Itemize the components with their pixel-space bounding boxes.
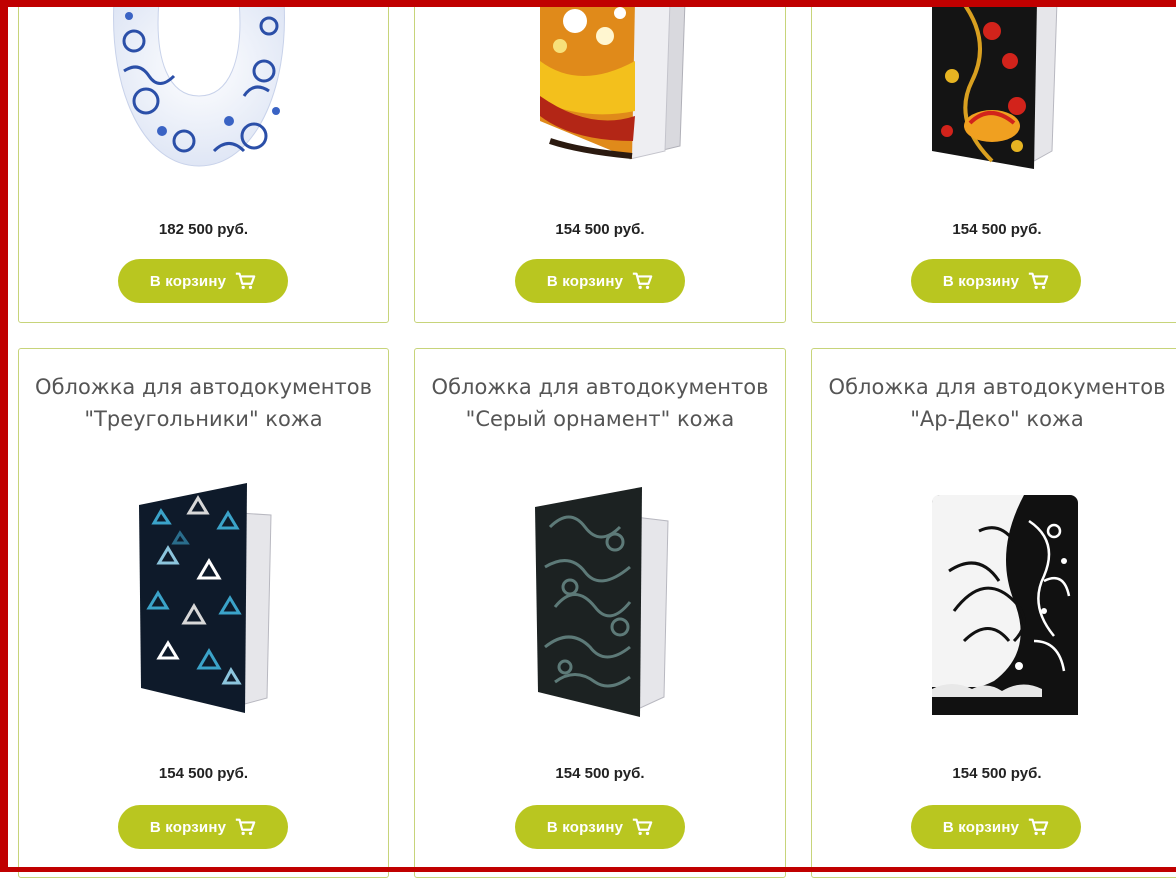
cart-icon — [632, 818, 653, 836]
product-card[interactable]: 182 500 руб. В корзину — [18, 0, 389, 323]
product-title[interactable]: Обложка для автодокументов "Серый орнаме… — [415, 371, 785, 435]
add-to-cart-button[interactable]: В корзину — [118, 805, 288, 849]
product-image-triangles-cover[interactable] — [129, 483, 279, 713]
add-to-cart-label: В корзину — [942, 818, 1020, 836]
product-card[interactable]: 154 500 руб. В корзину — [811, 0, 1176, 323]
product-price: 154 500 руб. — [952, 765, 1042, 782]
cart-icon — [632, 272, 653, 290]
add-to-cart-label: В корзину — [149, 272, 227, 290]
add-to-cart-button[interactable]: В корзину — [911, 259, 1081, 303]
product-title[interactable]: Обложка для автодокументов "Ар-Деко" кож… — [812, 371, 1176, 435]
product-card[interactable]: Обложка для автодокументов "Треугольники… — [18, 348, 389, 878]
product-title[interactable]: Обложка для автодокументов "Треугольники… — [19, 371, 388, 435]
product-price: 154 500 руб. — [555, 765, 645, 782]
add-to-cart-label: В корзину — [546, 818, 624, 836]
cart-icon — [235, 818, 256, 836]
cart-icon — [235, 272, 256, 290]
product-price: 154 500 руб. — [555, 221, 645, 238]
product-card[interactable]: Обложка для автодокументов "Ар-Деко" кож… — [811, 348, 1176, 878]
add-to-cart-label: В корзину — [149, 818, 227, 836]
cart-icon — [1028, 818, 1049, 836]
add-to-cart-button[interactable]: В корзину — [118, 259, 288, 303]
product-image-khokhloma-cover[interactable] — [922, 1, 1072, 171]
product-image-neck-pillow[interactable] — [104, 1, 294, 171]
add-to-cart-button[interactable]: В корзину — [911, 805, 1081, 849]
product-price: 182 500 руб. — [158, 221, 249, 238]
product-image-passport-cover[interactable] — [520, 1, 690, 161]
product-image-grey-ornament-cover[interactable] — [530, 487, 680, 717]
product-card[interactable]: 154 500 руб. В корзину — [414, 0, 786, 323]
product-price: 154 500 руб. — [952, 221, 1042, 238]
add-to-cart-button[interactable]: В корзину — [515, 805, 685, 849]
add-to-cart-label: В корзину — [942, 272, 1020, 290]
product-price: 154 500 руб. — [158, 765, 249, 782]
cart-icon — [1028, 272, 1049, 290]
add-to-cart-button[interactable]: В корзину — [515, 259, 685, 303]
product-image-art-deco-cover[interactable] — [924, 491, 1084, 719]
add-to-cart-label: В корзину — [546, 272, 624, 290]
product-card[interactable]: Обложка для автодокументов "Серый орнаме… — [414, 348, 786, 878]
